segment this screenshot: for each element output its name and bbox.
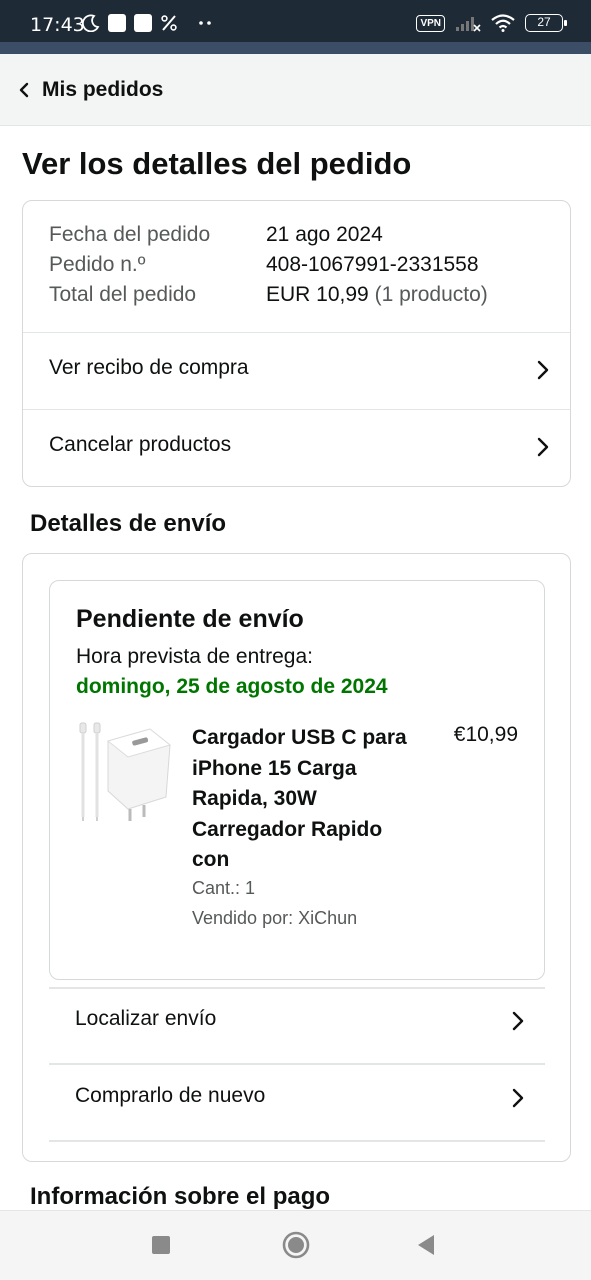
track-shipment-link[interactable]: Localizar envío (49, 984, 545, 1061)
status-left-icons (82, 14, 212, 32)
order-total-count: (1 producto) (374, 283, 488, 306)
percent-icon (160, 14, 178, 32)
shipment-card: Pendiente de envío Hora prevista de entr… (49, 580, 545, 980)
cancel-products-label: Cancelar productos (49, 433, 232, 456)
wifi-icon (491, 14, 515, 32)
status-right-icons: VPN 27 (416, 14, 567, 32)
product-image[interactable] (74, 721, 174, 831)
order-total-amount: EUR 10,99 (266, 283, 369, 306)
product-price: €10,99 (453, 723, 518, 746)
buy-again-link[interactable]: Comprarlo de nuevo (49, 1061, 545, 1138)
status-time: 17:43 (30, 14, 85, 36)
eta-label: Hora prevista de entrega: (76, 645, 313, 668)
order-total-label: Total del pedido (49, 283, 197, 306)
notification-square-icon (108, 14, 126, 32)
status-bar: 17:43 VPN 27 (0, 0, 591, 42)
signal-icon (455, 14, 481, 32)
recents-square-icon[interactable] (151, 1235, 171, 1260)
divider (49, 1140, 545, 1142)
shipping-card: Pendiente de envío Hora prevista de entr… (22, 553, 571, 1162)
chevron-right-icon (536, 436, 550, 463)
order-number-value: 408-1067991-2331558 (266, 253, 479, 276)
product-title-link[interactable]: Cargador USB C para iPhone 15 Carga Rapi… (192, 723, 422, 876)
back-header[interactable]: Mis pedidos (0, 54, 591, 126)
back-triangle-icon[interactable] (416, 1234, 436, 1261)
product-seller: Vendido por: XiChun (192, 908, 358, 928)
order-date-label: Fecha del pedido (49, 223, 211, 246)
page-title: Ver los detalles del pedido (22, 146, 412, 181)
system-nav-bar (0, 1210, 591, 1280)
eta-date: domingo, 25 de agosto de 2024 (76, 675, 388, 698)
order-summary-card: Fecha del pedido 21 ago 2024 Pedido n.º … (22, 200, 571, 487)
product-quantity: Cant.: 1 (192, 878, 256, 898)
chevron-right-icon (511, 1010, 525, 1037)
app-toolbar-strip (0, 42, 591, 54)
track-shipment-label: Localizar envío (75, 1007, 217, 1030)
payment-section-title: Información sobre el pago (30, 1183, 331, 1210)
order-total-value: EUR 10,99 (1 producto) (266, 283, 488, 307)
order-number-label: Pedido n.º (49, 253, 146, 276)
chevron-right-icon (511, 1087, 525, 1114)
shipment-status: Pendiente de envío (76, 605, 304, 633)
more-dots-icon (198, 20, 212, 26)
notification-square-icon (134, 14, 152, 32)
back-link-my-orders[interactable]: Mis pedidos (42, 78, 163, 102)
view-receipt-link[interactable]: Ver recibo de compra (23, 333, 570, 410)
home-circle-icon[interactable] (282, 1231, 310, 1264)
order-date-value: 21 ago 2024 (266, 223, 383, 246)
chevron-left-icon[interactable] (18, 82, 30, 103)
shipping-section-title: Detalles de envío (30, 510, 227, 537)
chevron-right-icon (536, 359, 550, 386)
buy-again-label: Comprarlo de nuevo (75, 1084, 266, 1107)
cancel-products-link[interactable]: Cancelar productos (23, 410, 570, 487)
vpn-badge: VPN (416, 14, 445, 32)
moon-icon (82, 14, 100, 32)
view-receipt-label: Ver recibo de compra (49, 356, 249, 379)
battery-icon: 27 (525, 14, 567, 32)
